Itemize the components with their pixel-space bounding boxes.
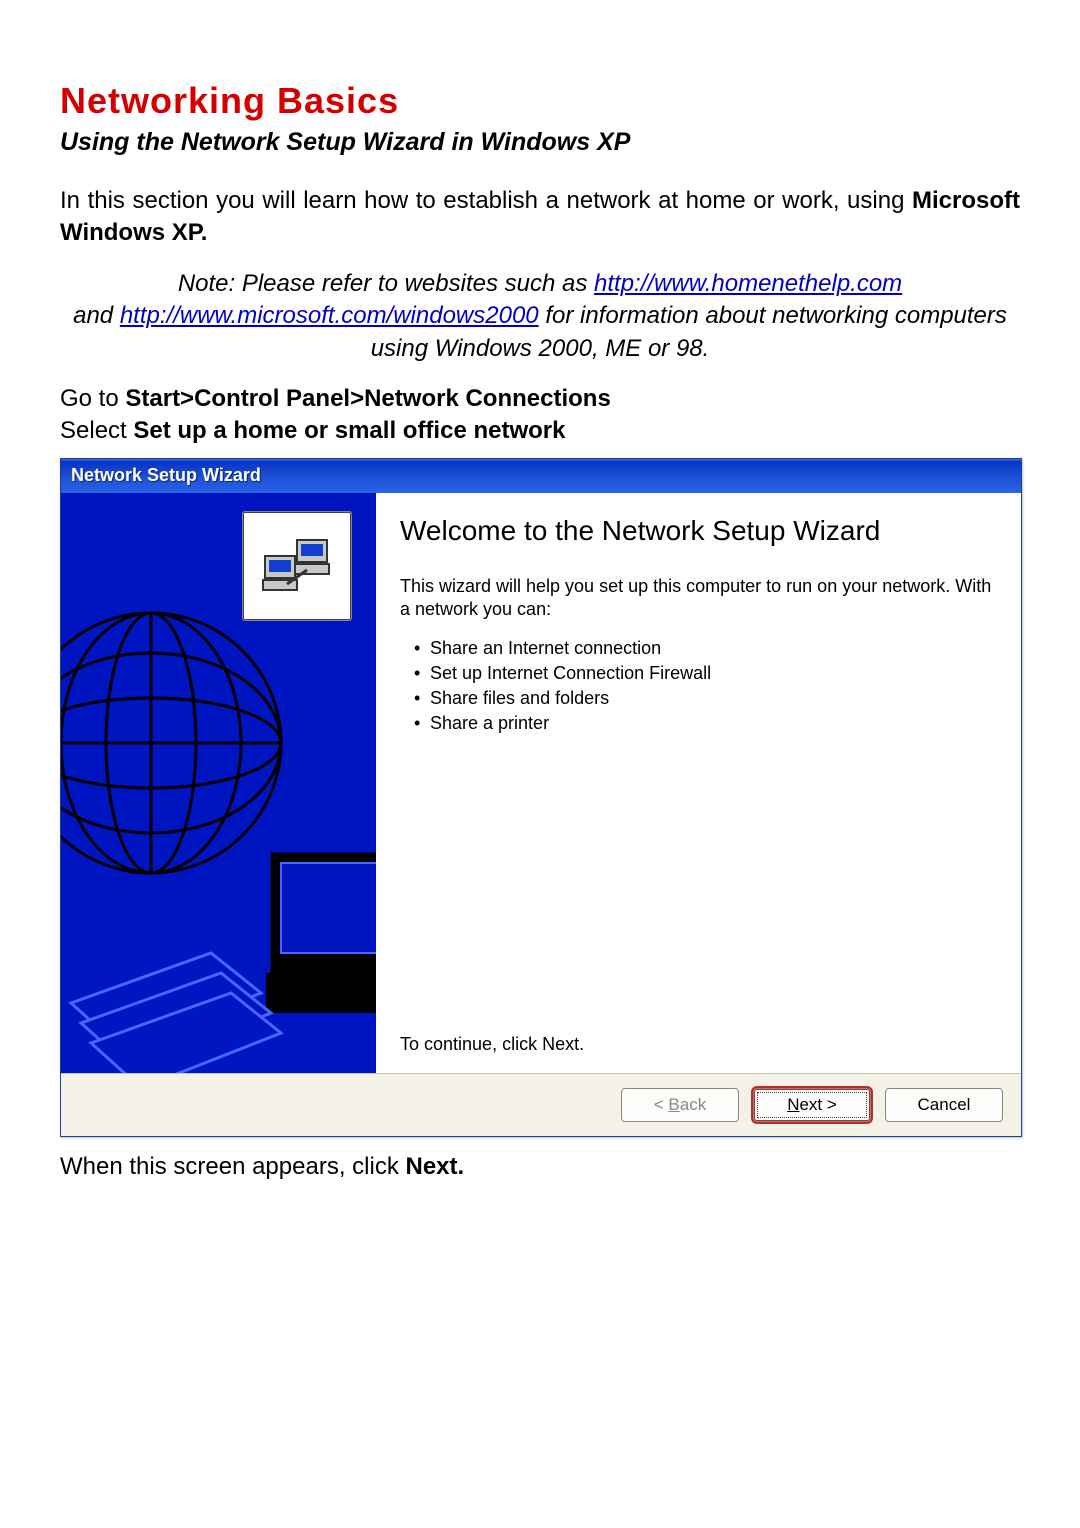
- wizard-main: Welcome to the Network Setup Wizard This…: [376, 493, 1021, 1073]
- wizard-body: Welcome to the Network Setup Wizard This…: [61, 493, 1021, 1073]
- wizard-footer: < Back Next > Cancel: [61, 1073, 1021, 1136]
- list-item: Share an Internet connection: [414, 636, 997, 661]
- network-computers-icon: [257, 526, 337, 606]
- intro-text: In this section you will learn how to es…: [60, 187, 912, 214]
- next-mnemonic: N: [787, 1095, 799, 1114]
- wizard-description: This wizard will help you set up this co…: [400, 575, 997, 622]
- instruction-1: Go to Start>Control Panel>Network Connec…: [60, 383, 1020, 448]
- network-icon-card: [242, 511, 352, 621]
- wizard-side-graphic: [61, 493, 376, 1073]
- back-button[interactable]: < Back: [621, 1088, 739, 1122]
- instr1-b: Start>Control Panel>Network Connections: [125, 385, 610, 412]
- note-block: Note: Please refer to websites such as h…: [60, 268, 1020, 365]
- back-prefix: <: [654, 1095, 669, 1114]
- after-b: Next.: [405, 1153, 464, 1180]
- note-prefix: Note: Please refer to websites such as: [178, 270, 594, 297]
- page-title: Networking Basics: [60, 80, 1020, 122]
- next-suffix: ext >: [799, 1095, 836, 1114]
- page-subtitle: Using the Network Setup Wizard in Window…: [60, 128, 1020, 157]
- back-suffix: ack: [680, 1095, 706, 1114]
- list-item: Share a printer: [414, 711, 997, 736]
- next-button[interactable]: Next >: [753, 1088, 871, 1122]
- wizard-feature-list: Share an Internet connection Set up Inte…: [400, 636, 997, 737]
- intro-paragraph: In this section you will learn how to es…: [60, 185, 1020, 250]
- instr2-a: Select: [60, 417, 133, 444]
- list-item: Set up Internet Connection Firewall: [414, 661, 997, 686]
- after-a: When this screen appears, click: [60, 1153, 405, 1180]
- note-link-2[interactable]: http://www.microsoft.com/windows2000: [120, 302, 539, 329]
- list-item: Share files and folders: [414, 686, 997, 711]
- instr2-b: Set up a home or small office network: [133, 417, 565, 444]
- after-screenshot-text: When this screen appears, click Next.: [60, 1153, 1020, 1181]
- note-link-1[interactable]: http://www.homenethelp.com: [594, 270, 902, 297]
- instr1-a: Go to: [60, 385, 125, 412]
- back-mnemonic: B: [668, 1095, 679, 1114]
- wizard-titlebar[interactable]: Network Setup Wizard: [61, 459, 1021, 493]
- cancel-button[interactable]: Cancel: [885, 1088, 1003, 1122]
- document-page: Networking Basics Using the Network Setu…: [0, 0, 1080, 1241]
- note-mid: and: [73, 302, 120, 329]
- wizard-heading: Welcome to the Network Setup Wizard: [400, 515, 997, 547]
- wizard-continue-text: To continue, click Next.: [400, 984, 997, 1055]
- wizard-window: Network Setup Wizard: [60, 458, 1022, 1137]
